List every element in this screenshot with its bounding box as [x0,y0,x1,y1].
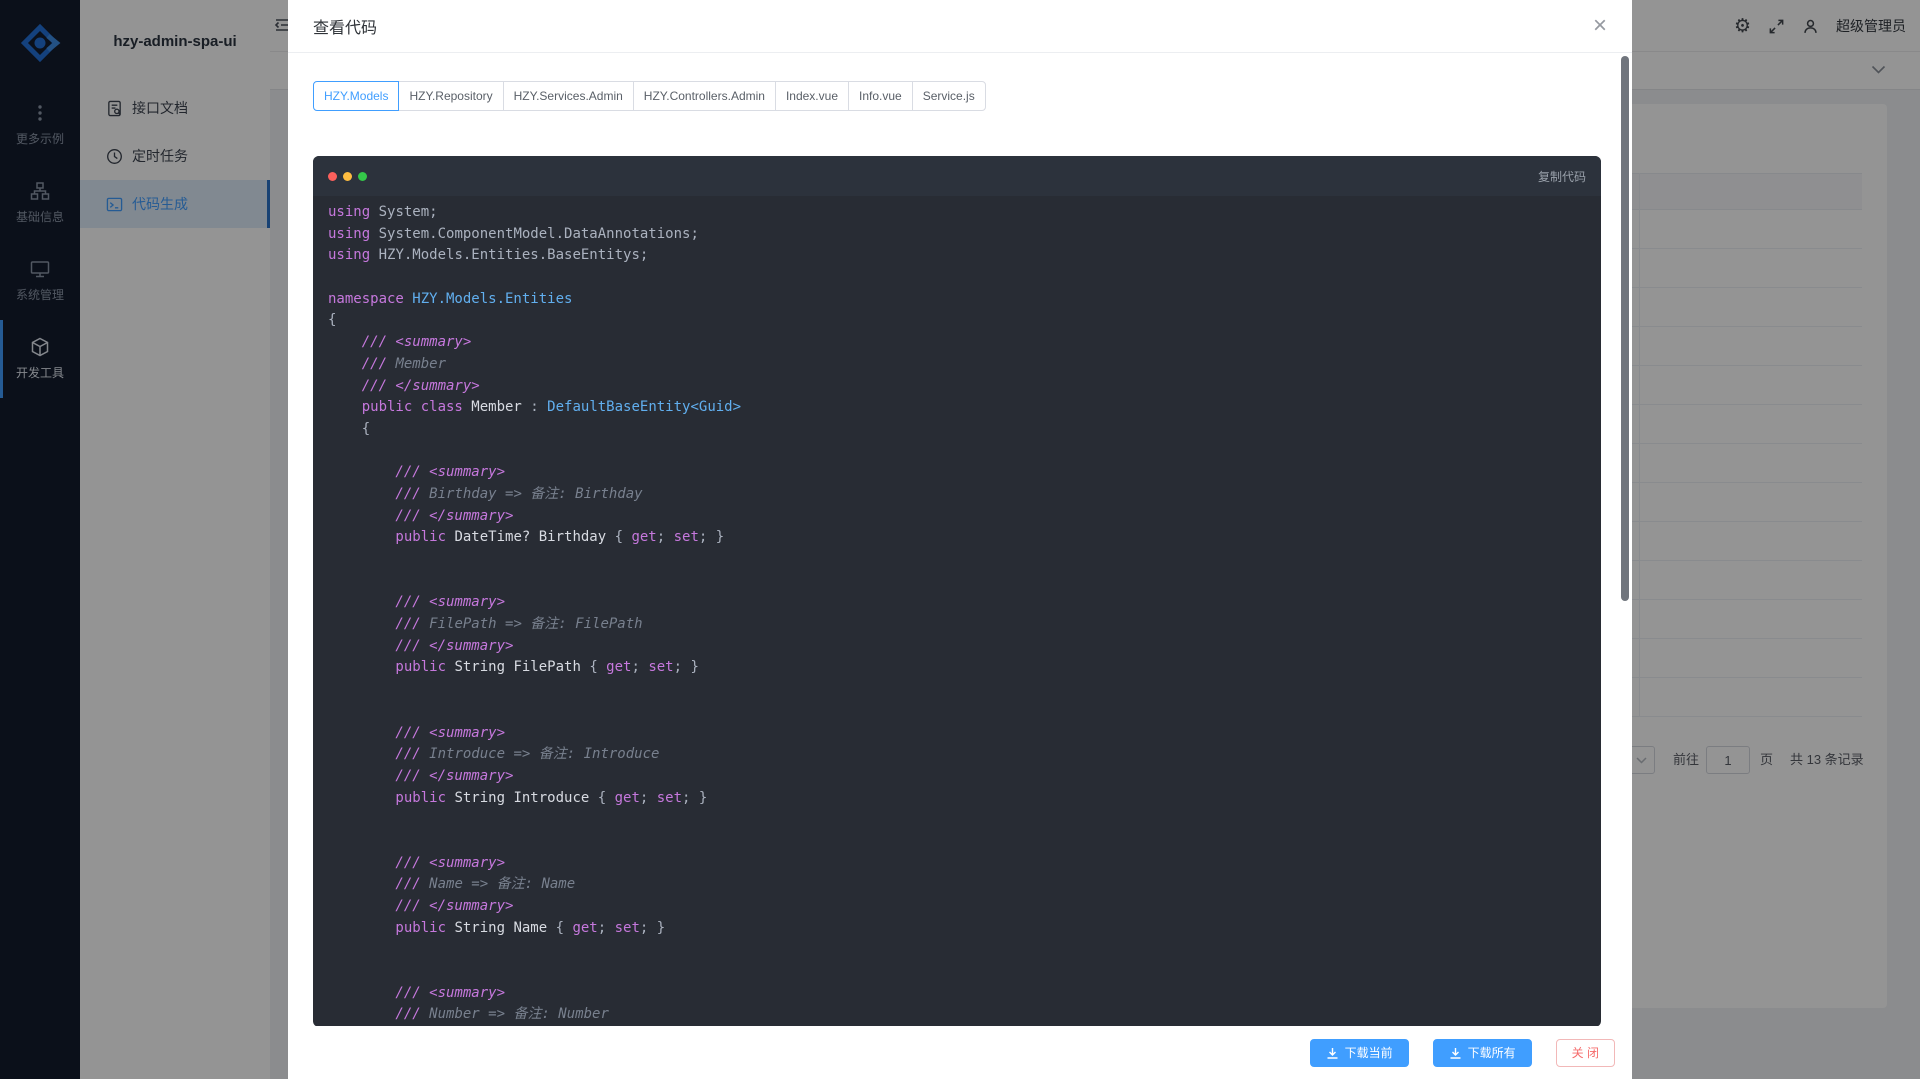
code-line [328,831,1601,853]
code-line: /// Birthday => 备注: Birthday [328,484,1601,506]
code-tab-Index.vue[interactable]: Index.vue [775,81,849,111]
dialog-header: 查看代码 × [288,0,1632,53]
window-dots [328,172,367,181]
code-line: /// Number => 备注: Number [328,1004,1601,1026]
code-tab-Service.js[interactable]: Service.js [912,81,986,111]
view-code-dialog: 查看代码 × HZY.ModelsHZY.RepositoryHZY.Servi… [288,0,1632,1079]
code-line: public class Member : DefaultBaseEntity<… [328,397,1601,419]
code-line: /// <summary> [328,462,1601,484]
code-file-tabs: HZY.ModelsHZY.RepositoryHZY.Services.Adm… [313,81,1601,111]
window-dot-yellow [343,172,352,181]
code-tab-HZY.Controllers.Admin[interactable]: HZY.Controllers.Admin [633,81,776,111]
code-line [328,549,1601,571]
dialog-title: 查看代码 [313,14,377,38]
code-line: /// Name => 备注: Name [328,874,1601,896]
code-line: using System; [328,202,1601,224]
code-line [328,939,1601,961]
code-line [328,809,1601,831]
download-icon [1449,1047,1462,1059]
code-line [328,679,1601,701]
code-tab-HZY.Repository[interactable]: HZY.Repository [398,81,503,111]
code-line: public String Name { get; set; } [328,918,1601,940]
code-line: /// </summary> [328,506,1601,528]
dialog-body: HZY.ModelsHZY.RepositoryHZY.Services.Adm… [288,53,1632,1027]
code-line: public String Introduce { get; set; } [328,788,1601,810]
code-line: /// <summary> [328,853,1601,875]
app-root: 更多示例基础信息系统管理开发工具 hzy-admin-spa-ui 接口文档定时… [0,0,1920,1079]
code-line: /// </summary> [328,896,1601,918]
code-tab-Info.vue[interactable]: Info.vue [848,81,913,111]
close-dialog-button[interactable]: 关 闭 [1556,1039,1615,1067]
dialog-footer: 下载当前 下载所有 关 闭 [288,1026,1632,1079]
code-tab-HZY.Models[interactable]: HZY.Models [313,81,399,111]
code-line: /// FilePath => 备注: FilePath [328,614,1601,636]
code-block: 复制代码 using System;using System.Component… [313,156,1601,1027]
code-line: /// <summary> [328,723,1601,745]
dialog-scrollbar-thumb[interactable] [1621,56,1629,601]
download-current-button[interactable]: 下载当前 [1310,1039,1409,1067]
code-block-header: 复制代码 [313,156,1601,196]
code-line: /// Introduce => 备注: Introduce [328,744,1601,766]
code-line: { [328,310,1601,332]
code-line: /// <summary> [328,332,1601,354]
download-all-button[interactable]: 下载所有 [1433,1039,1532,1067]
code-line: /// </summary> [328,376,1601,398]
download-icon [1326,1047,1339,1059]
code-tab-HZY.Services.Admin[interactable]: HZY.Services.Admin [503,81,634,111]
copy-code-button[interactable]: 复制代码 [1538,168,1586,185]
window-dot-green [358,172,367,181]
window-dot-red [328,172,337,181]
code-line: /// </summary> [328,766,1601,788]
code-line: /// Member [328,354,1601,376]
code-line: { [328,419,1601,441]
code-line [328,571,1601,593]
code-line [328,701,1601,723]
code-line: public String FilePath { get; set; } [328,657,1601,679]
code-line [328,267,1601,289]
code-line [328,441,1601,463]
code-line: using System.ComponentModel.DataAnnotati… [328,224,1601,246]
code-line: namespace HZY.Models.Entities [328,289,1601,311]
code-line: using HZY.Models.Entities.BaseEntitys; [328,245,1601,267]
close-icon[interactable]: × [1593,14,1607,38]
code-line: /// <summary> [328,592,1601,614]
code-line: /// <summary> [328,983,1601,1005]
code-line: public DateTime? Birthday { get; set; } [328,527,1601,549]
code-content: using System;using System.ComponentModel… [313,196,1601,1027]
code-line [328,961,1601,983]
code-line: /// </summary> [328,636,1601,658]
